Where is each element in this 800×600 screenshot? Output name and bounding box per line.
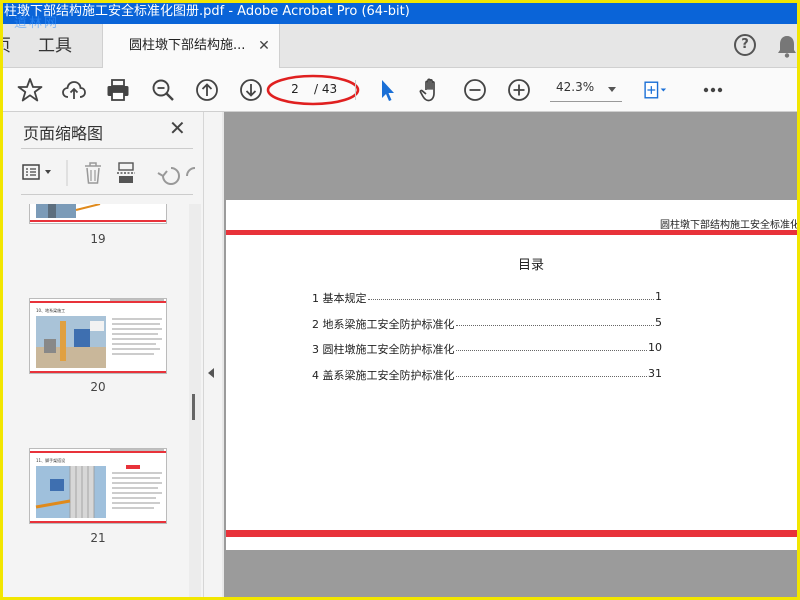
previous-page-icon[interactable] [193,76,221,104]
thumbnails-scrollbar[interactable] [189,204,201,597]
table-of-contents: 1 基本规定 1 2 地系梁施工安全防护标准化 5 3 圆柱墩施工安全防护标准化… [312,290,662,392]
thumbnail-label: 21 [90,531,106,545]
select-cursor-icon[interactable] [373,76,401,104]
thumbnail-text: 11、脚手架搭设 [36,457,65,463]
annotation-ellipse [266,74,360,106]
toc-entry[interactable]: 1 基本规定 1 [312,290,662,316]
toc-entry-page: 5 [655,315,662,329]
pdf-page: 圆柱墩下部结构施工安全标准化 目录 1 基本规定 1 2 地系梁施工安全防护标准… [226,200,797,550]
trash-icon[interactable] [85,162,101,184]
thumbnail-label: 20 [90,380,106,394]
toc-entry-label: 4 盖系梁施工安全防护标准化 [312,368,455,382]
bell-icon[interactable] [776,34,798,58]
toc-entry-label: 1 基本规定 [312,292,367,305]
window-title: 柱墩下部结构施工安全标准化图册.pdf - Adobe Acrobat Pro … [4,4,410,19]
bookmark-star-icon[interactable] [16,76,44,104]
toc-dots [367,290,654,300]
toc-entry[interactable]: 4 盖系梁施工安全防护标准化 31 [312,367,662,393]
page-navigator: / 43 [266,74,360,106]
chevron-down-icon [608,87,616,92]
pane-divider [21,194,193,195]
next-page-icon[interactable] [237,76,265,104]
page-thumbnail-20[interactable]: 10、地系梁施工 [29,298,167,374]
rotate-left-icon[interactable] [157,167,180,185]
extract-pages-icon[interactable] [117,162,135,183]
tab-bar: 页 工具 圆柱墩下部结构施... ✕ ? [0,24,800,68]
cloud-upload-icon[interactable] [60,76,88,104]
thumbnails-pane: 页面缩略图 ✕ 19 10、地系梁施工 20 11、脚手架搭设 21 [3,112,204,597]
toc-dots [455,316,654,326]
toc-entry-page: 31 [648,366,662,380]
page-thumbnail-21[interactable]: 11、脚手架搭设 [29,448,167,524]
rotate-right-icon[interactable] [186,167,196,177]
thumbnail-text: 10、地系梁施工 [36,307,65,313]
tab-document-label: 圆柱墩下部结构施... [129,38,246,53]
tab-document[interactable]: 圆柱墩下部结构施... ✕ [102,24,280,68]
footer-red-bar [226,530,797,537]
toolbar-separator [355,80,356,100]
pane-divider [21,148,193,149]
print-icon[interactable] [104,76,132,104]
zoom-search-icon[interactable] [149,76,177,104]
thumbnail-label: 19 [90,232,106,246]
main-toolbar: / 43 42.3% [0,68,800,112]
more-options-icon[interactable] [699,76,727,104]
window-title-bar: 柱墩下部结构施工安全标准化图册.pdf - Adobe Acrobat Pro … [0,0,800,24]
page-thumbnail-19[interactable] [29,204,167,224]
hand-tool-icon[interactable] [417,76,445,104]
page-header: 圆柱墩下部结构施工安全标准化 [660,220,797,231]
toc-dots [455,341,647,351]
toc-entry[interactable]: 2 地系梁施工安全防护标准化 5 [312,316,662,342]
zoom-value: 42.3% [556,80,595,94]
toc-entry-label: 3 圆柱墩施工安全防护标准化 [312,343,455,356]
zoom-level-dropdown[interactable]: 42.3% [550,78,622,102]
toc-dots [455,367,647,377]
close-icon[interactable]: ✕ [169,118,189,138]
toc-entry-label: 2 地系梁施工安全防护标准化 [312,317,455,331]
toc-title: 目录 [518,258,545,273]
pane-title: 页面缩略图 [23,124,104,143]
collapse-pane-icon[interactable] [208,368,214,378]
toc-entry[interactable]: 3 圆柱墩施工安全防护标准化 10 [312,341,662,367]
watermark: 道林网 [14,16,60,31]
fit-page-icon[interactable] [642,76,678,104]
toc-entry-page: 1 [655,290,662,303]
scrollbar-thumb[interactable] [192,394,195,420]
zoom-in-icon[interactable] [505,76,533,104]
document-view[interactable]: 圆柱墩下部结构施工安全标准化 目录 1 基本规定 1 2 地系梁施工安全防护标准… [224,112,797,597]
thumbnail-options-icon[interactable] [22,164,51,180]
help-icon[interactable]: ? [734,34,756,56]
toc-entry-page: 10 [648,341,662,354]
close-icon[interactable]: ✕ [257,39,271,53]
header-red-bar [226,230,797,235]
zoom-out-icon[interactable] [461,76,489,104]
thumbnail-toolbar [19,158,199,188]
